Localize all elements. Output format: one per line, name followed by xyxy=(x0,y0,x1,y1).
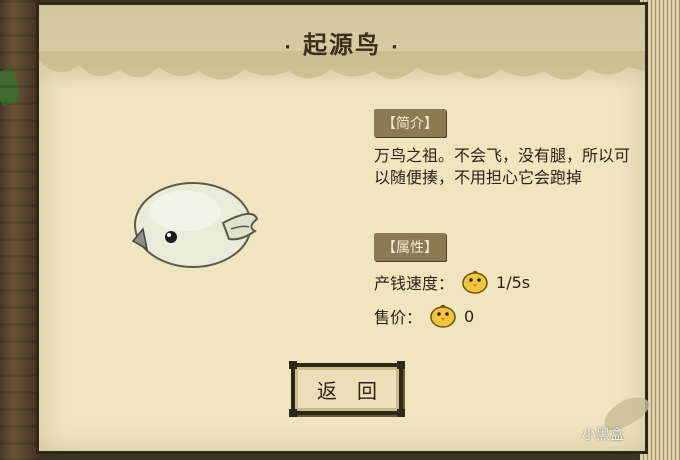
title-dot-left: · xyxy=(284,37,293,58)
intro-tag: 【简介】 xyxy=(374,109,446,137)
button-corner xyxy=(289,361,297,369)
button-corner xyxy=(289,409,297,417)
origin-bird-illustration xyxy=(131,182,259,268)
sell-price-value: 0 xyxy=(464,306,475,326)
page-title: · 起源鸟 · xyxy=(39,25,645,60)
game-screen: · 起源鸟 · 【简介】 万鸟之祖。不会飞，没有腿，所以可以随便揍，不用担心它会跑掉… xyxy=(0,0,680,460)
title-dot-right: · xyxy=(391,37,400,58)
income-rate-row: 产钱速度： 1/5s xyxy=(374,269,530,295)
info-panel: · 起源鸟 · 【简介】 万鸟之祖。不会飞，没有腿，所以可以随便揍，不用担心它会跑掉… xyxy=(36,2,654,454)
button-corner xyxy=(397,409,405,417)
watermark: 小黑盒 xyxy=(582,427,624,443)
chick-icon xyxy=(430,304,456,328)
creature-name: 起源鸟 xyxy=(303,31,381,59)
button-corner xyxy=(397,361,405,369)
sell-price-label: 售价： xyxy=(374,308,423,327)
return-button[interactable]: 返回 xyxy=(289,361,405,417)
chick-icon xyxy=(462,270,488,294)
wood-frame xyxy=(0,0,40,460)
sell-price-row: 售价： 0 xyxy=(374,303,474,329)
income-rate-value: 1/5s xyxy=(496,272,531,292)
income-rate-label: 产钱速度： xyxy=(374,274,455,293)
attributes-tag: 【属性】 xyxy=(374,233,446,261)
leaf-decoration xyxy=(0,67,24,107)
intro-text: 万鸟之祖。不会飞，没有腿，所以可以随便揍，不用担心它会跑掉 xyxy=(374,146,631,187)
return-button-label: 返回 xyxy=(317,378,397,403)
